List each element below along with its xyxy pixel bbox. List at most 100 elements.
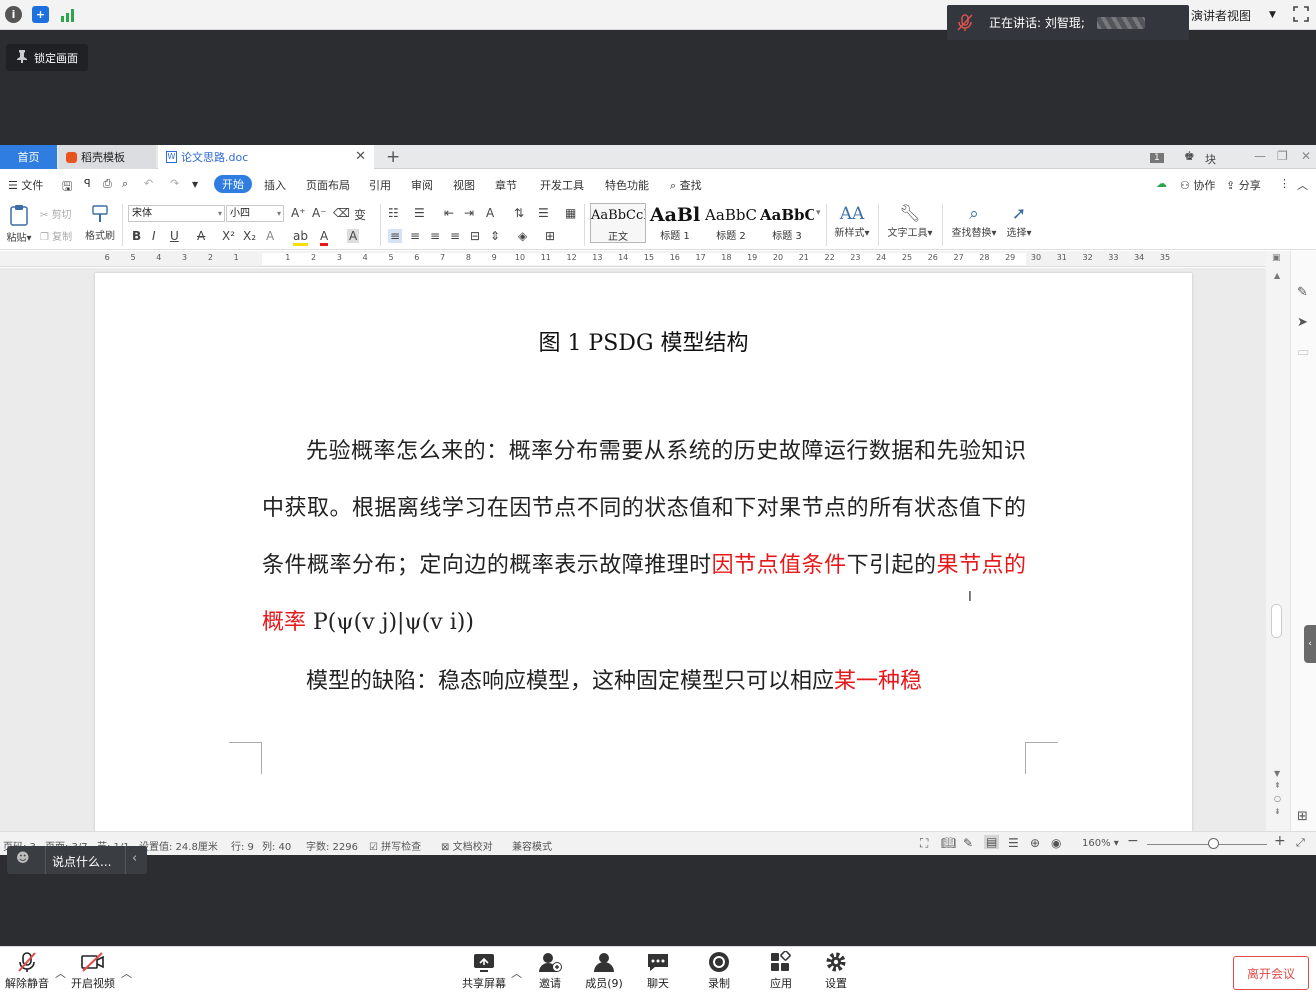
close-window-icon[interactable]: ✕ [1301, 149, 1311, 163]
doc-check-button[interactable]: ⊠ 文档校对 [441, 838, 493, 853]
avatar-icon[interactable]: ♚ [1184, 149, 1195, 163]
highlight-icon[interactable]: ab [293, 229, 308, 246]
status-row[interactable]: 行: 9 [231, 838, 254, 853]
apps-button[interactable]: 应用 [751, 951, 811, 991]
line-spacing-icon[interactable]: ☰ [538, 206, 549, 220]
cloud-sync-icon[interactable]: ☁ [1156, 177, 1167, 190]
next-page-icon[interactable]: ⇟ [1274, 807, 1281, 816]
clear-format-icon[interactable]: ⌫ [333, 206, 350, 220]
collab-button[interactable]: ⚇ 协作 [1180, 177, 1215, 193]
zoom-slider-track[interactable] [1147, 844, 1267, 845]
find-replace-button[interactable]: ⌕ 查找替换▾ [948, 204, 1000, 239]
align-right-icon[interactable]: ≡ [430, 229, 440, 243]
status-position[interactable]: 设置值: 24.8厘米 [139, 838, 218, 853]
superscript-icon[interactable]: X² [222, 229, 235, 243]
menu-special[interactable]: 特色功能 [605, 177, 649, 193]
emoji-icon[interactable]: ☻ [16, 851, 30, 866]
number-list-icon[interactable]: ☰ [414, 206, 425, 220]
decrease-indent-icon[interactable]: ⇤ [444, 206, 454, 220]
tab-home[interactable]: 首页 [0, 145, 57, 169]
grid-apps-icon[interactable]: ⊞ [1297, 809, 1308, 824]
format-icon[interactable]: ꟼ [84, 177, 91, 190]
share-button[interactable]: ⇪ 分享 [1226, 177, 1261, 193]
presenter-view-dropdown[interactable]: 演讲者视图 ▼ [1185, 4, 1282, 26]
zoom-out-button[interactable]: − [1127, 833, 1139, 849]
phonetic-icon[interactable]: 变 [354, 206, 366, 223]
close-tab-icon[interactable]: ✕ [355, 149, 366, 164]
page-view-icon[interactable]: ▤ [984, 835, 1000, 849]
tab-document[interactable]: W 论文思路.doc ✕ [158, 145, 374, 169]
tab-template[interactable]: 稻壳模板 [58, 145, 156, 169]
fullscreen-icon[interactable] [1292, 5, 1310, 23]
menu-review[interactable]: 审阅 [411, 177, 433, 193]
zoom-in-button[interactable]: + [1274, 833, 1286, 849]
align-center-icon[interactable]: ≡ [410, 229, 420, 243]
info-icon[interactable]: i [5, 6, 22, 23]
preview-icon[interactable]: ⌕ [122, 177, 128, 191]
signal-icon[interactable] [59, 6, 76, 23]
menu-reference[interactable]: 引用 [369, 177, 391, 193]
bold-icon[interactable]: B [132, 229, 141, 243]
scroll-up-icon[interactable]: ▲ [1274, 271, 1280, 280]
style-heading-1[interactable]: AaBl 标题 1 [648, 203, 702, 243]
document-page[interactable]: 图 1 PSDG 模型结构 先验概率怎么来的：概率分布需要从系统的历史故障运行数… [95, 273, 1192, 831]
sort-icon[interactable]: ⇅ [514, 206, 524, 220]
more-icon[interactable]: ⋮ [1279, 177, 1290, 190]
select-button[interactable]: ➚ 选择▾ [1002, 204, 1036, 239]
paste-button[interactable]: 粘贴▾ [6, 204, 32, 244]
shrink-font-icon[interactable]: A⁻ [312, 206, 327, 220]
cut-button[interactable]: ✂ 剪切 [40, 206, 72, 221]
shield-icon[interactable]: + [32, 6, 49, 23]
zoom-slider-thumb[interactable] [1208, 838, 1219, 849]
char-shading-icon[interactable]: A [347, 229, 360, 243]
document-area[interactable]: 图 1 PSDG 模型结构 先验概率怎么来的：概率分布需要从系统的历史故障运行数… [0, 268, 1290, 831]
unmute-button[interactable]: 解除静音 [0, 951, 57, 991]
minimize-icon[interactable]: — [1254, 149, 1266, 163]
menu-file[interactable]: ☰ 文件 [8, 177, 43, 193]
styles-expand-icon[interactable]: ▾ [816, 208, 821, 218]
video-options-caret[interactable]: ︿ [121, 965, 132, 981]
fit-window-icon[interactable]: ⤢ [1296, 836, 1305, 850]
style-heading-3[interactable]: AaBbC 标题 3 [760, 203, 814, 243]
bullet-list-icon[interactable]: ☷ [388, 206, 399, 220]
edit-icon[interactable]: ✎ [1297, 285, 1308, 300]
font-size-select[interactable]: 小四 [226, 205, 284, 222]
collapse-chat-icon[interactable]: ‹ [132, 851, 137, 866]
leave-meeting-button[interactable]: 离开会议 [1233, 956, 1309, 990]
settings-button[interactable]: 设置 [806, 951, 866, 991]
menu-dev[interactable]: 开发工具 [540, 177, 584, 193]
spell-check-button[interactable]: ☑ 拼写检查 [369, 838, 421, 853]
distribute-icon[interactable]: ⊟ [470, 229, 480, 243]
web-view-icon[interactable]: ⊕ [1030, 836, 1040, 850]
outline-view-icon[interactable]: ☰ [1008, 836, 1019, 850]
style-heading-2[interactable]: AaBbC 标题 2 [704, 203, 758, 243]
pointer-icon[interactable]: ➤ [1297, 315, 1308, 330]
format-painter-button[interactable]: 格式刷 [84, 204, 116, 242]
menu-search[interactable]: ⌕ 查找 [670, 177, 702, 193]
add-tab-button[interactable]: + [380, 145, 406, 169]
text-tool-button[interactable]: 🔧︎ 文字工具▾ [884, 204, 936, 239]
menu-view[interactable]: 视图 [453, 177, 475, 193]
subscript-icon[interactable]: X₂ [243, 229, 256, 243]
write-mode-icon[interactable]: ✎ [963, 836, 973, 850]
increase-indent-icon[interactable]: ⇥ [464, 206, 474, 220]
zoom-level[interactable]: 160% ▾ [1082, 838, 1119, 849]
copy-button[interactable]: ❐ 复制 [40, 228, 72, 243]
paragraph-spacing-icon[interactable]: ⇕ [490, 229, 500, 243]
lock-screen-button[interactable]: 锁定画面 [6, 44, 88, 71]
table-border-icon[interactable]: ⊞ [545, 229, 555, 243]
read-mode-icon[interactable]: 📖︎ [941, 836, 956, 850]
record-button[interactable]: 录制 [689, 951, 749, 991]
members-button[interactable]: 成员(9) [574, 951, 634, 991]
font-color-icon[interactable]: A [320, 229, 329, 246]
align-left-icon[interactable]: ≡ [388, 229, 403, 243]
underline-icon[interactable]: U [170, 229, 179, 243]
menu-insert[interactable]: 插入 [264, 177, 286, 193]
asian-layout-icon[interactable]: A [486, 206, 494, 220]
italic-icon[interactable]: I [152, 229, 156, 243]
collapse-ribbon-icon[interactable]: ︿ [1297, 177, 1308, 193]
print-icon[interactable]: ⎙ [103, 177, 112, 191]
restore-icon[interactable]: ❐ [1277, 149, 1288, 163]
vertical-scrollbar[interactable]: ▣ ▲ ▼ ⇞ ○ ⇟ [1266, 251, 1290, 831]
scroll-down-icon[interactable]: ▼ [1274, 769, 1280, 778]
